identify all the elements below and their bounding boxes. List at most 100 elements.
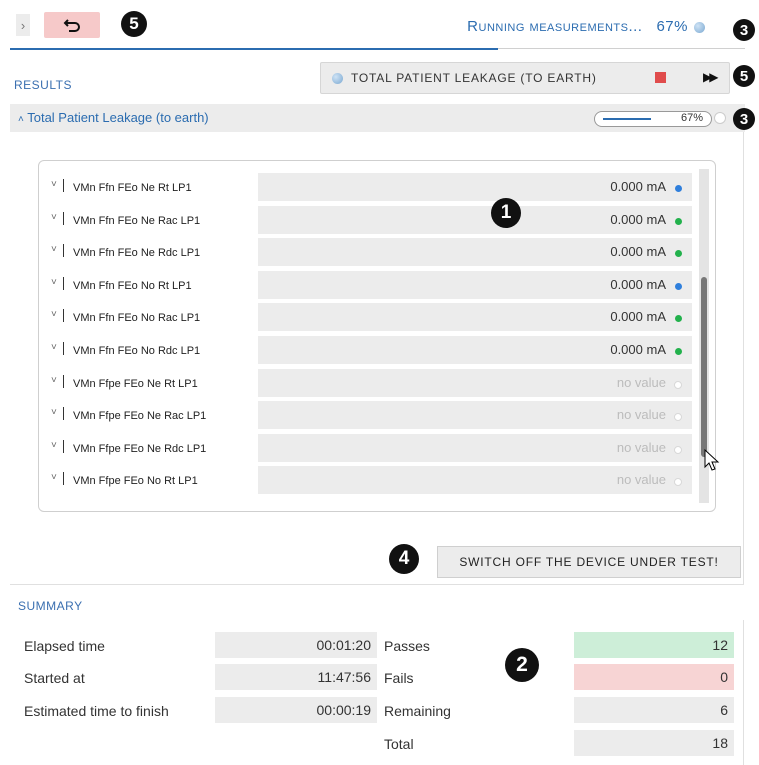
- measurement-row[interactable]: ˅ VMn Ffpe FEo Ne Rdc LP1 no value: [39, 433, 699, 462]
- eta-label: Estimated time to finish: [24, 703, 169, 719]
- status-dot-icon: [674, 445, 682, 454]
- callout-5-bar: 5: [733, 65, 755, 87]
- test-group-header[interactable]: ˄ Total Patient Leakage (to earth) 67%: [10, 104, 745, 132]
- started-at-value: 11:47:56: [215, 664, 377, 690]
- switch-off-device-button[interactable]: SWITCH OFF THE DEVICE UNDER TEST!: [437, 546, 741, 578]
- elapsed-time-value: 00:01:20: [215, 632, 377, 658]
- measurement-value: 0.000 mA: [610, 244, 666, 260]
- measurement-row[interactable]: ˅ VMn Ffn FEo Ne Rdc LP1 0.000 mA: [39, 238, 699, 267]
- measurement-name: VMn Ffn FEo No Rdc LP1: [73, 345, 201, 357]
- measurement-value-cell: 0.000 mA: [258, 173, 692, 201]
- chevron-down-icon[interactable]: ˅: [51, 244, 57, 255]
- callout-3-top: 3: [733, 19, 755, 41]
- run-progress-track: [498, 48, 745, 49]
- measurement-row[interactable]: ˅ VMn Ffn FEo No Rac LP1 0.000 mA: [39, 303, 699, 332]
- stop-button[interactable]: [655, 72, 666, 83]
- measurement-value-cell: 0.000 mA: [258, 270, 692, 299]
- passes-label: Passes: [384, 638, 430, 654]
- callout-2: 2: [505, 648, 539, 682]
- row-marker: [63, 276, 64, 290]
- row-marker: [63, 179, 64, 192]
- started-at-label: Started at: [24, 670, 85, 686]
- top-bar: › 5 Running measurements... 67% 3: [0, 0, 755, 48]
- measurement-name: VMn Ffpe FEo Ne Rt LP1: [73, 377, 198, 390]
- chevron-down-icon[interactable]: ˅: [51, 407, 57, 418]
- results-section-label: RESULTS: [14, 78, 72, 92]
- status-dot-icon: [675, 348, 682, 355]
- run-status: Running measurements... 67%: [467, 18, 705, 35]
- test-group-toggle[interactable]: ˄ Total Patient Leakage (to earth): [18, 110, 209, 125]
- measurement-value: no value: [616, 374, 666, 390]
- measurement-value-cell: no value: [258, 401, 692, 430]
- measurement-name: VMn Ffpe FEo Ne Rdc LP1: [73, 442, 207, 455]
- callout-5-top: 5: [121, 11, 147, 37]
- status-dot-icon: [675, 315, 682, 323]
- group-progress-bar: 67%: [594, 111, 712, 127]
- eta-value: 00:00:19: [215, 697, 377, 723]
- elapsed-time-label: Elapsed time: [24, 638, 105, 654]
- row-marker: [63, 374, 64, 388]
- measurement-name: VMn Ffpe FEo No Rt LP1: [73, 475, 198, 488]
- row-marker: [63, 439, 64, 453]
- group-status-indicator: [714, 112, 726, 124]
- group-progress-percent: 67%: [680, 112, 703, 124]
- remaining-label: Remaining: [384, 703, 451, 719]
- row-marker: [63, 309, 64, 323]
- summary-section-label: SUMMARY: [18, 599, 83, 613]
- remaining-value: 6: [574, 697, 734, 723]
- status-dot-icon: [674, 380, 682, 389]
- undo-arrow-icon: [63, 19, 80, 32]
- chevron-down-icon[interactable]: ˅: [51, 342, 57, 353]
- row-marker: [63, 244, 64, 258]
- measurement-name: VMn Ffn FEo No Rac LP1: [73, 312, 201, 325]
- row-marker: [63, 342, 64, 355]
- fails-label: Fails: [384, 670, 414, 686]
- measurement-value: no value: [616, 439, 666, 455]
- measurement-value: 0.000 mA: [610, 276, 666, 292]
- chevron-down-icon[interactable]: ˅: [51, 179, 57, 190]
- measurement-row[interactable]: ˅ VMn Ffn FEo Ne Rt LP1 0.000 mA: [39, 173, 699, 201]
- measurement-row[interactable]: ˅ VMn Ffpe FEo No Rt LP1 no value: [39, 466, 699, 495]
- measurement-row[interactable]: ˅ VMn Ffn FEo No Rt LP1 0.000 mA: [39, 270, 699, 299]
- measurement-value-cell: 0.000 mA: [258, 238, 692, 267]
- measurement-list: ˅ VMn Ffn FEo Ne Rt LP1 0.000 mA ˅ VMn Ffn F…: [38, 160, 716, 512]
- row-marker: [63, 472, 64, 486]
- status-dot-icon: [675, 250, 682, 258]
- chevron-up-icon: ˄: [18, 114, 24, 125]
- measurement-row[interactable]: ˅ VMn Ffn FEo Ne Rac LP1 0.000 mA: [39, 205, 699, 234]
- callout-3-group: 3: [733, 108, 755, 130]
- measurement-value: no value: [616, 472, 666, 488]
- callout-1: 1: [491, 198, 521, 228]
- measurement-row[interactable]: ˅ VMn Ffpe FEo Ne Rac LP1 no value: [39, 401, 699, 430]
- status-dot-icon: [674, 478, 682, 487]
- chevron-down-icon[interactable]: ˅: [51, 277, 57, 288]
- chevron-down-icon[interactable]: ˅: [51, 440, 57, 451]
- measurement-value: no value: [616, 407, 666, 423]
- measurement-name: VMn Ffn FEo Ne Rac LP1: [73, 214, 201, 227]
- measurement-value: 0.000 mA: [610, 309, 666, 325]
- callout-4: 4: [389, 544, 419, 574]
- scrollbar-thumb[interactable]: [701, 277, 707, 457]
- chevron-down-icon[interactable]: ˅: [51, 309, 57, 320]
- chevron-down-icon[interactable]: ˅: [51, 212, 57, 223]
- chevron-right-icon: ›: [20, 17, 26, 33]
- fails-value: 0: [574, 664, 734, 690]
- run-progress-percent: 67%: [656, 18, 688, 35]
- group-progress-fill: [603, 118, 651, 120]
- run-progress-bar: [10, 48, 498, 50]
- undo-button[interactable]: [44, 12, 100, 38]
- measurement-value-cell: 0.000 mA: [258, 303, 692, 332]
- current-test-label: TOTAL PATIENT LEAKAGE (TO EARTH): [351, 71, 597, 85]
- measurement-value: 0.000 mA: [610, 179, 666, 194]
- skip-forward-button[interactable]: ▶▶: [703, 70, 719, 84]
- mouse-cursor-icon: [704, 448, 720, 471]
- expand-chevron-button[interactable]: ›: [16, 14, 30, 36]
- chevron-down-icon[interactable]: ˅: [51, 472, 57, 483]
- run-status-text: Running measurements...: [467, 18, 643, 35]
- total-label: Total: [384, 736, 414, 752]
- measurement-row[interactable]: ˅ VMn Ffn FEo No Rdc LP1 0.000 mA: [39, 336, 699, 364]
- measurement-value-cell: 0.000 mA: [258, 205, 692, 234]
- chevron-down-icon[interactable]: ˅: [51, 375, 57, 386]
- globe-icon: [332, 73, 343, 84]
- measurement-row[interactable]: ˅ VMn Ffpe FEo Ne Rt LP1 no value: [39, 368, 699, 397]
